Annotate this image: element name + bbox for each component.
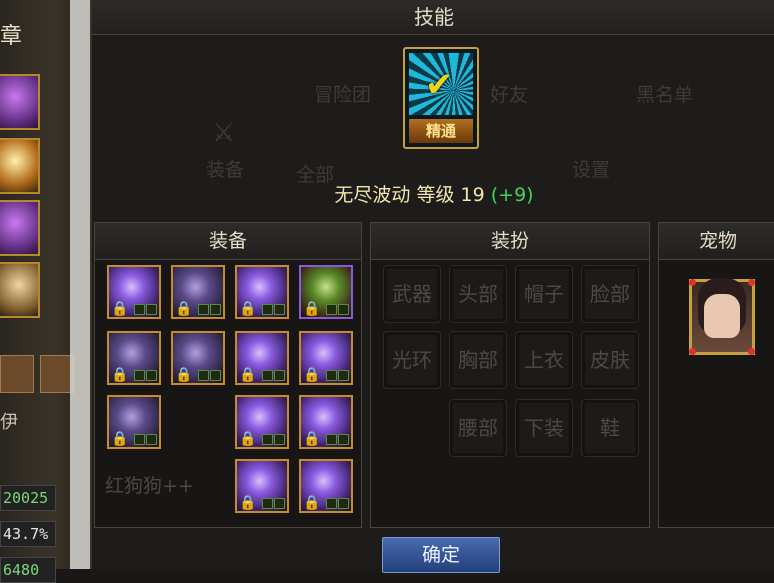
socket-slots	[326, 370, 349, 381]
background-divider	[70, 0, 90, 569]
skill-dialog: 技能 冒险团 好友 黑名单 装备 全部 设置 ⚔ ✔ 精通 无尽波动 等级 19…	[90, 0, 774, 573]
pet-panel-title: 宠物	[659, 223, 774, 260]
purple-jewel-icon[interactable]: 🔒	[235, 459, 289, 513]
lock-icon: 🔒	[111, 431, 129, 447]
armor-pants-icon[interactable]: 🔒	[107, 331, 161, 385]
confirm-button[interactable]: 确定	[382, 537, 500, 573]
outfit-slot-skin[interactable]: 皮肤	[581, 331, 639, 389]
lock-icon: 🔒	[303, 431, 321, 447]
outfit-slot-shoes[interactable]: 鞋	[581, 399, 639, 457]
ghost-tab-adventure: 冒险团	[314, 84, 372, 106]
socket-slots	[262, 498, 285, 509]
lock-icon: 🔒	[111, 367, 129, 383]
dark-spikes-icon[interactable]: 🔒	[235, 265, 289, 319]
corner-gem-icon	[748, 348, 755, 355]
outfit-slot-chest[interactable]: 胸部	[449, 331, 507, 389]
lock-icon: 🔒	[239, 301, 257, 317]
socket-slots	[134, 370, 157, 381]
lock-icon: 🔒	[239, 367, 257, 383]
socket-slots	[326, 434, 349, 445]
lock-icon: 🔒	[239, 431, 257, 447]
ghost-equip-label: 装备	[206, 159, 245, 181]
socket-slots	[134, 304, 157, 315]
skill-name: 无尽波动	[334, 184, 411, 206]
purple-gem-icon[interactable]: 🔒	[235, 395, 289, 449]
lock-icon: 🔒	[239, 495, 257, 511]
armor-boots-icon[interactable]: 🔒	[107, 395, 161, 449]
background-number: 6480	[0, 557, 56, 583]
crystal-icon[interactable]: 🔒	[299, 459, 353, 513]
outfit-slot-top[interactable]: 上衣	[515, 331, 573, 389]
armor-shoulder-icon[interactable]: 🔒	[107, 265, 161, 319]
background-item-slot	[0, 74, 40, 130]
pet-portrait[interactable]	[689, 279, 755, 355]
skill-level-value: 19	[460, 184, 485, 206]
background-number: 20025	[0, 485, 56, 511]
armor-chest-icon[interactable]: 🔒	[171, 265, 225, 319]
socket-slots	[262, 370, 285, 381]
ghost-tab-friend: 好友	[490, 84, 529, 106]
socket-slots	[262, 304, 285, 315]
skill-level-label: 等级	[416, 184, 455, 206]
lock-icon: 🔒	[303, 367, 321, 383]
skill-icon[interactable]: ✔ 精通	[403, 47, 479, 149]
ghost-tab-blacklist: 黑名单	[636, 84, 694, 106]
outfit-slot-head[interactable]: 头部	[449, 265, 507, 323]
background-title-fragment: 章	[0, 24, 23, 49]
bracelet-icon[interactable]: 🔒	[299, 395, 353, 449]
checkmark-icon: ✔	[425, 65, 454, 105]
lock-icon: 🔒	[175, 367, 193, 383]
outfit-slot-waist[interactable]: 腰部	[449, 399, 507, 457]
outfit-slot-aura[interactable]: 光环	[383, 331, 441, 389]
outfit-panel-title: 装扮	[371, 223, 649, 260]
corner-gem-icon	[689, 279, 696, 286]
bag-icon	[40, 355, 74, 393]
equipment-panel-title: 装备	[95, 223, 361, 260]
equipment-panel: 装备 🔒 🔒 🔒 🔒 🔒 🔒 🔒 🔒 🔒 🔒 🔒 🔒 🔒 红狗狗++	[94, 222, 362, 528]
outfit-slot-bottom[interactable]: 下装	[515, 399, 573, 457]
armor-belt-icon[interactable]: 🔒	[171, 331, 225, 385]
outfit-slot-weapon[interactable]: 武器	[383, 265, 441, 323]
pet-face-icon	[704, 294, 740, 338]
background-game-panel: 章 伊 20025 43.7% 6480	[0, 0, 90, 583]
tree-icon[interactable]: 🔒	[299, 265, 353, 319]
purple-ring-icon[interactable]: 🔒	[235, 331, 289, 385]
corner-gem-icon	[689, 348, 696, 355]
background-item-slot	[0, 138, 40, 194]
background-item-slot	[0, 200, 40, 256]
orb-icon[interactable]: 🔒	[299, 331, 353, 385]
skill-rank-badge: 精通	[409, 119, 473, 143]
bag-icon	[0, 355, 34, 393]
skill-info: 无尽波动 等级 19 (+9)	[92, 180, 774, 207]
background-number: 43.7%	[0, 521, 56, 547]
socket-slots	[134, 434, 157, 445]
lock-icon: 🔒	[303, 495, 321, 511]
lock-icon: 🔒	[175, 301, 193, 317]
outfit-slot-face[interactable]: 脸部	[581, 265, 639, 323]
outfit-panel: 装扮 武器 头部 帽子 脸部 光环 胸部 上衣 皮肤 腰部 下装 鞋	[370, 222, 650, 528]
outfit-slot-hat[interactable]: 帽子	[515, 265, 573, 323]
ghost-sword-icon: ⚔	[212, 118, 236, 148]
corner-gem-icon	[748, 279, 755, 286]
socket-slots	[198, 304, 221, 315]
background-item-slot	[0, 262, 40, 318]
socket-slots	[198, 370, 221, 381]
dialog-title: 技能	[92, 0, 774, 35]
ghost-settings-label: 设置	[572, 159, 611, 181]
background-label: 伊	[0, 412, 18, 433]
socket-slots	[262, 434, 285, 445]
lock-icon: 🔒	[303, 301, 321, 317]
socket-slots	[326, 498, 349, 509]
pet-panel: 宠物	[658, 222, 774, 528]
lock-icon: 🔒	[111, 301, 129, 317]
ghost-character-name: 红狗狗++	[105, 475, 194, 497]
skill-level-bonus: (+9)	[490, 184, 534, 206]
socket-slots	[326, 304, 349, 315]
